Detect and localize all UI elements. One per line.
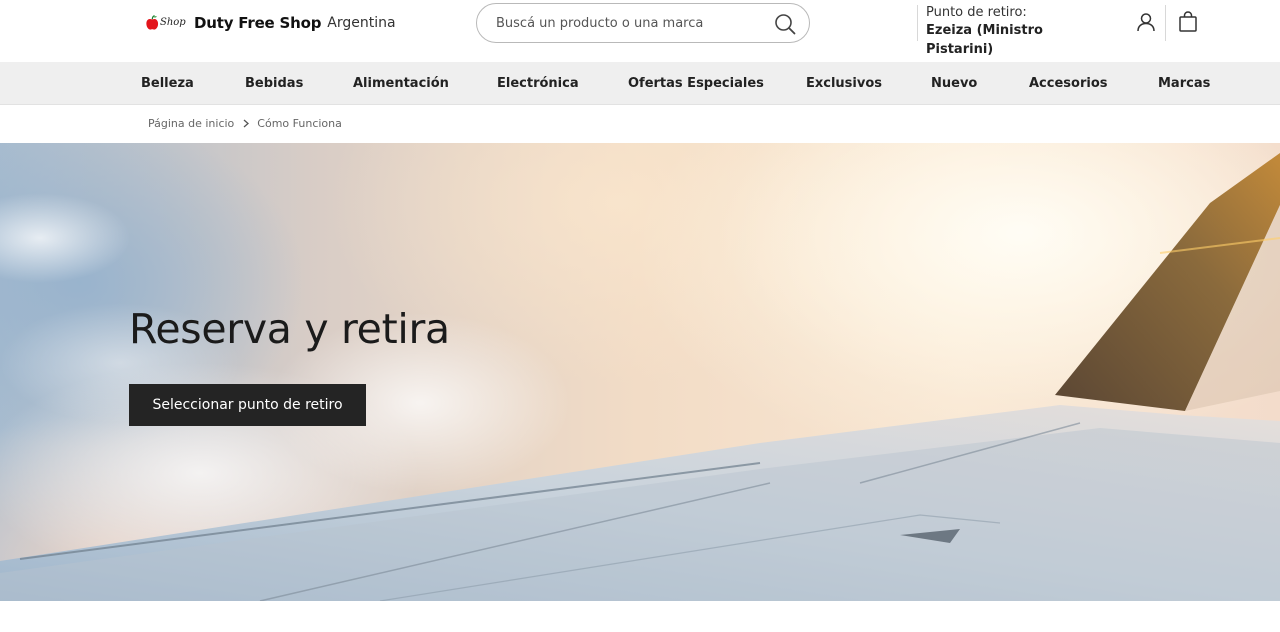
search-button[interactable] <box>773 12 797 36</box>
pickup-point-selector[interactable]: Punto de retiro: Ezeiza (Ministro Pistar… <box>926 4 1106 59</box>
search-icon <box>775 14 796 35</box>
chevron-right-icon <box>243 119 250 128</box>
select-pickup-point-button[interactable]: Seleccionar punto de retiro <box>129 384 366 426</box>
nav-item-ofertas-especiales[interactable]: Ofertas Especiales <box>628 62 764 105</box>
search-box <box>476 3 810 43</box>
shopping-bag-icon <box>1179 11 1197 32</box>
nav-item-bebidas[interactable]: Bebidas <box>245 62 303 105</box>
nav-item-exclusivos[interactable]: Exclusivos <box>806 62 882 105</box>
pickup-point-value: Ezeiza (Ministro Pistarini) <box>926 23 1043 57</box>
nav-item-electronica[interactable]: Electrónica <box>497 62 579 105</box>
user-icon <box>1137 13 1155 32</box>
breadcrumb: Página de inicio Cómo Funciona <box>148 114 342 132</box>
hero-title: Reserva y retira <box>129 305 450 353</box>
brand-name: Duty Free Shop <box>194 14 322 32</box>
site-logo[interactable]: Shop Duty Free Shop Argentina <box>146 11 396 35</box>
account-button[interactable] <box>1134 10 1158 34</box>
breadcrumb-home-link[interactable]: Página de inicio <box>148 117 234 130</box>
hero-banner: Reserva y retira Seleccionar punto de re… <box>0 143 1280 601</box>
nav-item-alimentacion[interactable]: Alimentación <box>353 62 449 105</box>
pickup-point-label: Punto de retiro: <box>926 5 1027 20</box>
breadcrumb-current: Cómo Funciona <box>257 116 342 130</box>
nav-item-accesorios[interactable]: Accesorios <box>1029 62 1108 105</box>
airplane-wing-image <box>0 143 1280 601</box>
site-header: Shop Duty Free Shop Argentina Punto de r… <box>0 0 1280 62</box>
brand-mark-icon: Shop <box>146 13 186 33</box>
header-divider <box>1165 5 1166 41</box>
content-area <box>0 601 1280 632</box>
category-nav: Belleza Bebidas Alimentación Electrónica… <box>0 62 1280 105</box>
nav-item-belleza[interactable]: Belleza <box>141 62 194 105</box>
search-input[interactable] <box>496 13 766 33</box>
nav-item-marcas[interactable]: Marcas <box>1158 62 1210 105</box>
brand-country: Argentina <box>327 15 396 31</box>
header-divider <box>917 5 918 41</box>
nav-item-nuevo[interactable]: Nuevo <box>931 62 977 105</box>
cart-button[interactable] <box>1176 10 1200 34</box>
brand-mark-text: Shop <box>160 17 186 28</box>
